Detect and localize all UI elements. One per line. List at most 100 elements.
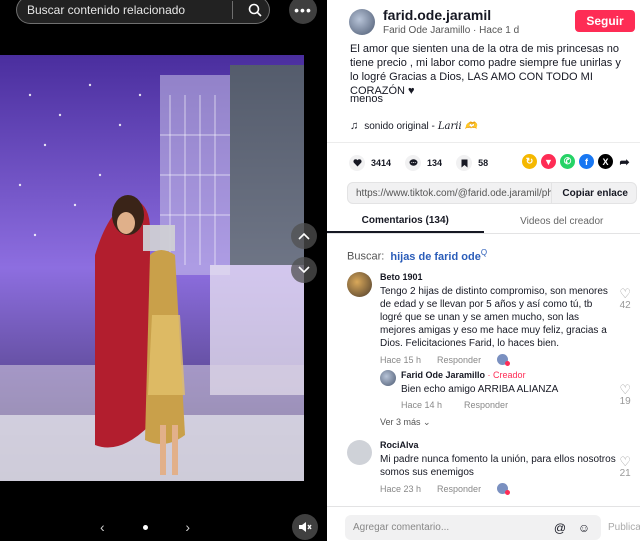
pager-dot[interactable]: [142, 524, 148, 530]
creator-badge: · Creador: [487, 370, 526, 380]
x-icon[interactable]: X: [598, 154, 613, 169]
comment-stat[interactable]: 134: [405, 155, 442, 171]
repost-red-icon[interactable]: ▼: [541, 154, 556, 169]
mention-icon[interactable]: @: [553, 521, 567, 535]
repost-icon[interactable]: ↻: [522, 154, 537, 169]
comment-meta: Hace 23 h Responder: [380, 483, 511, 495]
chevron-down-icon[interactable]: ⌄: [423, 417, 431, 427]
avatar[interactable]: [349, 8, 375, 35]
reply-like-count: 19: [619, 396, 631, 407]
reply-like[interactable]: ♡ 19: [619, 383, 631, 407]
reply-meta: Hace 14 h Responder: [401, 400, 508, 410]
chevron-left-icon[interactable]: ‹: [100, 519, 105, 535]
follow-button[interactable]: Seguir: [575, 10, 635, 32]
publish-button[interactable]: Publicar: [608, 522, 640, 533]
next-arrow-icon[interactable]: [291, 257, 317, 283]
reply-text: Bien echo amigo ARRIBA ALIANZA: [401, 384, 559, 395]
heart-outline-icon[interactable]: ♡: [619, 287, 631, 300]
search-placeholder[interactable]: Buscar contenido relacionado: [27, 3, 232, 17]
creator-liked-icon: [497, 354, 511, 366]
comment-search-suggestion[interactable]: Buscar: hijas de farid odeQ: [347, 248, 487, 263]
save-stat[interactable]: 58: [456, 155, 488, 171]
tab-creator-videos[interactable]: Videos del creador: [484, 210, 640, 233]
copy-link-button[interactable]: Copiar enlace: [551, 182, 636, 204]
reply-button[interactable]: Responder: [464, 400, 508, 410]
like-count: 3414: [371, 158, 392, 168]
photo-illustration: [0, 55, 304, 481]
reply-author[interactable]: Farid Ode Jaramillo · Creador: [401, 370, 526, 380]
media-viewer: Buscar contenido relacionado ••• ‹ ›: [0, 0, 327, 541]
like-stat[interactable]: 3414: [349, 155, 391, 171]
reply-button[interactable]: Responder: [437, 355, 481, 365]
search-divider: [232, 1, 233, 19]
reply-author-name[interactable]: Farid Ode Jaramillo: [401, 370, 485, 380]
more-options-icon[interactable]: •••: [289, 0, 317, 24]
comment-time: Hace 15 h: [380, 354, 422, 365]
search-label: Buscar:: [347, 250, 385, 263]
share-arrow-icon[interactable]: ➦: [617, 154, 632, 169]
sound-label: sonido original -: [364, 120, 435, 132]
post-time: Hace 1 d: [479, 25, 520, 36]
reply-item: Farid Ode Jaramillo · Creador Bien echo …: [380, 370, 637, 412]
comment-author[interactable]: Beto 1901: [380, 272, 423, 282]
heart-outline-icon[interactable]: ♡: [619, 383, 631, 396]
author-subline: Farid Ode Jaramillo · Hace 1 d: [383, 25, 519, 36]
divider: [327, 142, 640, 143]
author-info: farid.ode.jaramil Farid Ode Jaramillo · …: [349, 7, 519, 36]
music-note-icon: ♫: [350, 120, 359, 132]
tab-comments[interactable]: Comentarios (134): [327, 210, 484, 233]
comment-like[interactable]: ♡ 21: [619, 455, 631, 479]
share-url[interactable]: https://www.tiktok.com/@farid.ode.jarami…: [348, 188, 551, 199]
avatar[interactable]: [380, 370, 396, 386]
chevron-right-icon[interactable]: ›: [185, 519, 190, 535]
search-suffix: Q: [480, 248, 488, 257]
emoji-icon[interactable]: ☺: [577, 521, 591, 535]
author-username[interactable]: farid.ode.jaramil: [383, 7, 519, 23]
comments-tabs: Comentarios (134) Videos del creador: [327, 210, 640, 234]
mute-icon[interactable]: [292, 514, 318, 540]
see-more-label[interactable]: Ver 3 más: [380, 417, 421, 427]
engagement-stats: 3414 134 58: [349, 155, 502, 171]
whatsapp-icon[interactable]: ✆: [560, 154, 575, 169]
comment-item: RociAlva Mi padre nunca fomento la unión…: [347, 440, 637, 500]
reply-button[interactable]: Responder: [437, 484, 481, 494]
sound-name: Larii 🫶: [437, 120, 478, 132]
post-photo[interactable]: [0, 55, 304, 481]
heart-icon[interactable]: [349, 155, 365, 171]
details-panel: farid.ode.jaramil Farid Ode Jaramillo · …: [327, 0, 640, 541]
search-icon[interactable]: [241, 0, 269, 21]
bookmark-icon[interactable]: [456, 155, 473, 171]
related-search-bar[interactable]: Buscar contenido relacionado: [16, 0, 270, 24]
less-toggle[interactable]: menos: [350, 93, 383, 105]
comment-item: Beto 1901 Tengo 2 hijas de distinto comp…: [347, 272, 637, 367]
post-description: El amor que sienten una de la otra de mi…: [350, 43, 621, 97]
comment-count: 134: [427, 158, 443, 168]
comment-placeholder[interactable]: Agregar comentario...: [353, 522, 553, 533]
comment-composer: Agregar comentario... @ ☺ Publicar: [327, 506, 640, 541]
comment-meta: Hace 15 h Responder: [380, 354, 511, 366]
comment-text: Mi padre nunca fomento la unión, para el…: [380, 454, 616, 478]
comment-time: Hace 23 h: [380, 483, 422, 494]
avatar[interactable]: [347, 440, 372, 465]
share-row: ↻ ▼ ✆ f X ➦: [522, 154, 636, 169]
comment-icon[interactable]: [405, 155, 422, 171]
comment-text: Tengo 2 hijas de distinto compromiso, so…: [380, 286, 608, 349]
sound-link[interactable]: ♫ sonido original - Larii 🫶: [350, 120, 477, 132]
see-more-replies[interactable]: Ver 3 más ⌄: [380, 417, 431, 428]
author-display-name: Farid Ode Jaramillo: [383, 25, 471, 36]
subline-separator: ·: [473, 25, 477, 36]
search-keyword[interactable]: hijas de farid ode: [390, 251, 480, 263]
avatar[interactable]: [347, 272, 372, 297]
save-count: 58: [478, 158, 489, 168]
heart-outline-icon[interactable]: ♡: [619, 455, 631, 468]
previous-arrow-icon[interactable]: [291, 223, 317, 249]
comment-like-count: 42: [619, 300, 631, 311]
share-link-box: https://www.tiktok.com/@farid.ode.jarami…: [347, 182, 637, 204]
comment-author[interactable]: RociAlva: [380, 440, 419, 450]
creator-liked-icon: [497, 483, 511, 495]
comment-input[interactable]: Agregar comentario... @ ☺: [345, 515, 601, 540]
photo-pager: ‹ ›: [100, 516, 190, 538]
facebook-icon[interactable]: f: [579, 154, 594, 169]
comment-like[interactable]: ♡ 42: [619, 287, 631, 311]
comment-like-count: 21: [619, 468, 631, 479]
